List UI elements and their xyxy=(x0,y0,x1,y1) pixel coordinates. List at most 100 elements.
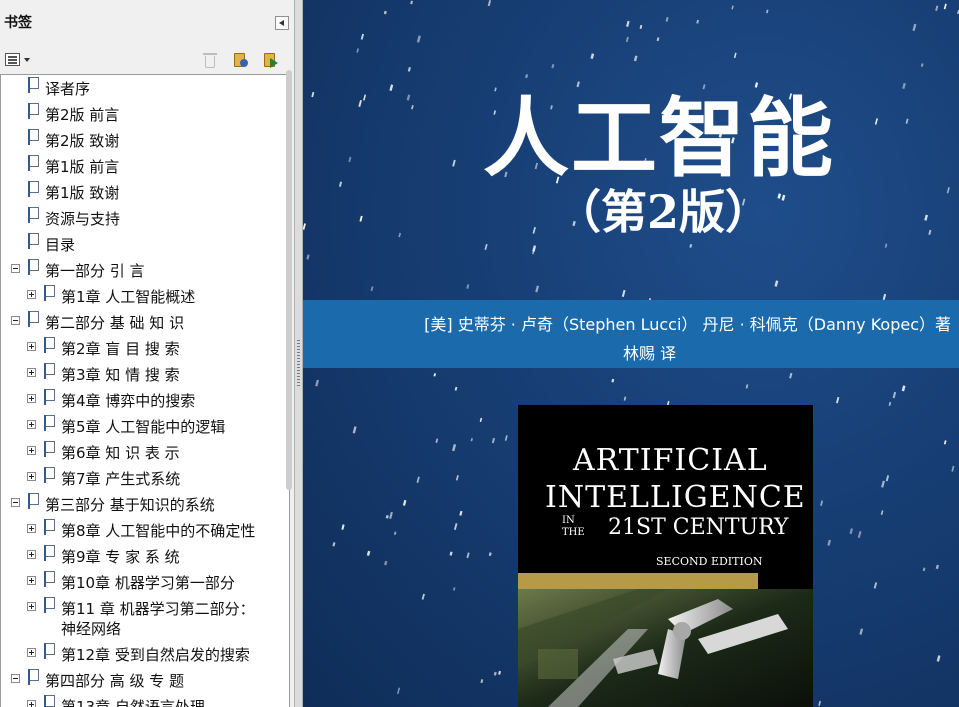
bookmarks-scrollbar[interactable] xyxy=(286,70,292,490)
trash-icon[interactable] xyxy=(201,51,219,69)
bookmark-icon xyxy=(43,597,55,613)
bookmark-item[interactable]: 第3章 知 情 搜 索 xyxy=(1,362,279,386)
bookmark-item[interactable]: 第8章 人工智能中的不确定性 xyxy=(1,518,279,542)
bookmark-icon xyxy=(43,389,55,405)
bookmark-item[interactable]: 第2版 致谢 xyxy=(1,128,279,152)
new-bookmark-icon[interactable] xyxy=(231,51,249,69)
expand-icon[interactable] xyxy=(27,550,36,559)
splitter-grip-icon xyxy=(297,340,300,386)
bookmark-icon xyxy=(27,181,39,197)
bookmark-icon xyxy=(43,643,55,659)
bookmark-icon xyxy=(27,233,39,249)
bookmark-item[interactable]: 第6章 知 识 表 示 xyxy=(1,440,279,464)
book-title-line1: ARTIFICIAL xyxy=(573,443,768,478)
bookmark-label: 资源与支持 xyxy=(45,210,121,228)
bookmark-icon xyxy=(43,285,55,301)
bookmark-icon xyxy=(43,337,55,353)
bookmark-icon xyxy=(27,259,39,275)
bookmark-label: 第1版 前言 xyxy=(45,158,120,176)
bookmark-icon xyxy=(43,467,55,483)
bookmarks-tree: 译者序第2版 前言 第2版 致谢 第1版 前言 第1版 致谢 资源与支持目录第一部分 引… xyxy=(0,74,290,707)
bookmark-item[interactable]: 第10章 机器学习第一部分 xyxy=(1,570,279,594)
bookmark-item[interactable]: 第1版 前言 xyxy=(1,154,279,178)
robot-arm-illustration xyxy=(518,589,813,707)
book-title-line2: INTELLIGENCE xyxy=(545,480,806,515)
expand-icon[interactable] xyxy=(27,290,36,299)
bookmarks-title: 书签 xyxy=(4,15,32,31)
options-menu-icon[interactable] xyxy=(5,53,31,67)
bookmark-label: 第2版 前言 xyxy=(45,106,120,124)
expand-icon[interactable] xyxy=(27,446,36,455)
bookmark-item[interactable]: 第1章 人工智能概述 xyxy=(1,284,279,308)
bookmark-label: 第1章 人工智能概述 xyxy=(61,288,196,306)
panel-splitter[interactable] xyxy=(294,0,303,707)
bookmark-icon xyxy=(27,103,39,119)
bookmark-label: 第8章 人工智能中的不确定性 xyxy=(61,522,256,540)
bookmark-item[interactable]: 第13章 自然语言处理 xyxy=(1,694,279,707)
bookmarks-toolbar xyxy=(0,44,292,72)
expand-icon[interactable] xyxy=(27,472,36,481)
bookmark-label: 第13章 自然语言处理 xyxy=(61,698,205,707)
expand-icon[interactable] xyxy=(27,368,36,377)
bookmark-icon xyxy=(43,415,55,431)
document-page: 人工智能 （第2版） [美] 史蒂芬 · 卢奇（Stephen Lucci） 丹… xyxy=(303,0,959,707)
bookmark-label: 第7章 产生式系统 xyxy=(61,470,181,488)
bookmark-item[interactable]: 第4章 博弈中的搜索 xyxy=(1,388,279,412)
collapse-icon[interactable] xyxy=(11,674,20,683)
bookmark-item[interactable]: 第9章 专 家 系 统 xyxy=(1,544,279,568)
bookmark-label: 第5章 人工智能中的逻辑 xyxy=(61,418,226,436)
bookmark-item[interactable]: 第2章 盲 目 搜 索 xyxy=(1,336,279,360)
collapse-icon[interactable] xyxy=(11,316,20,325)
collapse-panel-button[interactable] xyxy=(275,16,289,30)
expand-icon[interactable] xyxy=(27,342,36,351)
bookmark-item[interactable]: 第2版 前言 xyxy=(1,102,279,126)
bookmark-label: 第二部分 基 础 知 识 xyxy=(45,314,185,332)
bookmark-item[interactable]: 第1版 致谢 xyxy=(1,180,279,204)
bookmark-label: 第10章 机器学习第一部分 xyxy=(61,574,235,592)
bookmark-icon xyxy=(43,695,55,707)
bookmark-label: 第2版 致谢 xyxy=(45,132,120,150)
bookmark-icon xyxy=(27,77,39,93)
bookmark-label: 第9章 专 家 系 统 xyxy=(61,548,180,566)
translator-text: 林赐 译 xyxy=(623,344,677,363)
expand-icon[interactable] xyxy=(27,576,36,585)
bookmark-item[interactable]: 目录 xyxy=(1,232,279,256)
expand-icon[interactable] xyxy=(27,420,36,429)
author-band: [美] 史蒂芬 · 卢奇（Stephen Lucci） 丹尼 · 科佩克（Dan… xyxy=(303,300,959,368)
bookmark-item[interactable]: 第四部分 高 级 专 题 xyxy=(1,668,279,692)
bookmark-icon xyxy=(43,441,55,457)
bookmark-item[interactable]: 第5章 人工智能中的逻辑 xyxy=(1,414,279,438)
bookmark-icon xyxy=(43,545,55,561)
expand-icon[interactable] xyxy=(27,648,36,657)
bookmarks-header: 书签 xyxy=(0,0,292,42)
bookmark-item[interactable]: 第11 章 机器学习第二部分： 神经网络 xyxy=(1,596,279,642)
expand-icon[interactable] xyxy=(27,602,36,611)
cover-title: 人工智能 xyxy=(483,88,835,189)
collapse-icon[interactable] xyxy=(11,264,20,273)
book-edition: SECOND EDITION xyxy=(656,555,763,568)
bookmark-item[interactable]: 第7章 产生式系统 xyxy=(1,466,279,490)
bookmark-icon xyxy=(27,155,39,171)
expand-icon[interactable] xyxy=(27,700,36,707)
bookmark-icon xyxy=(43,571,55,587)
bookmark-item[interactable]: 第二部分 基 础 知 识 xyxy=(1,310,279,334)
bookmark-item[interactable]: 第12章 受到自然启发的搜索 xyxy=(1,642,279,666)
bookmark-label: 第11 章 机器学习第二部分： xyxy=(61,600,255,618)
collapse-icon[interactable] xyxy=(11,498,20,507)
bookmark-icon xyxy=(27,207,39,223)
bookmark-label: 第一部分 引 言 xyxy=(45,262,145,280)
bookmark-label: 第12章 受到自然启发的搜索 xyxy=(61,646,250,664)
bookmark-label: 第1版 致谢 xyxy=(45,184,120,202)
bookmark-item[interactable]: 资源与支持 xyxy=(1,206,279,230)
book-cover-image: ARTIFICIAL INTELLIGENCE IN THE 21ST CENT… xyxy=(518,405,813,707)
bookmark-icon xyxy=(43,363,55,379)
bookmark-icon xyxy=(27,129,39,145)
bookmark-item[interactable]: 译者序 xyxy=(1,76,279,100)
expand-icon[interactable] xyxy=(27,524,36,533)
bookmark-icon xyxy=(27,311,39,327)
bookmark-item[interactable]: 第一部分 引 言 xyxy=(1,258,279,282)
expand-bookmark-icon[interactable] xyxy=(261,51,279,69)
expand-icon[interactable] xyxy=(27,394,36,403)
bookmark-item[interactable]: 第三部分 基于知识的系统 xyxy=(1,492,279,516)
bookmark-icon xyxy=(27,493,39,509)
